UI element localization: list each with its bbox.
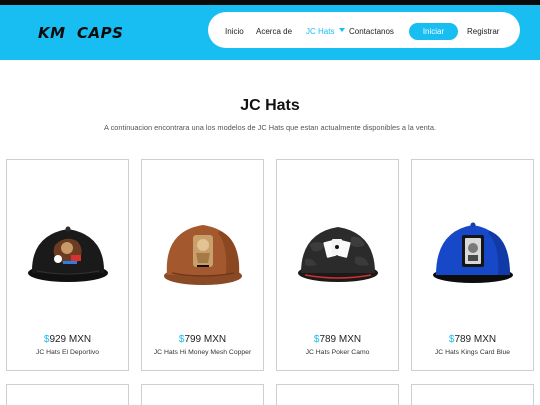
product-name[interactable]: JC Hats Kings Card Blue (412, 349, 533, 356)
nav-item-jc-hats[interactable]: JC Hats (306, 27, 334, 36)
nav-item-contactanos[interactable]: Contactanos (349, 27, 394, 36)
nav-item-acerca-de[interactable]: Acerca de (256, 27, 292, 36)
brand-logo[interactable]: KM CAPS (38, 24, 123, 42)
product-image-cap-black[interactable] (25, 215, 111, 297)
product-name[interactable]: JC Hats El Deportivo (7, 349, 128, 356)
page-subtitle: A continuacion encontrara una los modelo… (104, 123, 436, 132)
product-card[interactable]: $799 MXN JC Hats Hi Money Mesh Copper (141, 159, 264, 371)
product-name[interactable]: JC Hats Hi Money Mesh Copper (142, 349, 263, 356)
product-image-cap-copper[interactable] (160, 215, 246, 297)
product-card[interactable] (6, 384, 129, 405)
product-card[interactable] (411, 384, 534, 405)
product-name[interactable]: JC Hats Poker Camo (277, 349, 398, 356)
product-card[interactable]: $789 MXN JC Hats Kings Card Blue (411, 159, 534, 371)
product-card[interactable] (141, 384, 264, 405)
product-price: $789 MXN (313, 334, 362, 345)
chevron-down-icon[interactable] (339, 28, 345, 32)
page-title: JC Hats (240, 97, 300, 114)
product-price: $789 MXN (448, 334, 497, 345)
product-card[interactable]: $929 MXN JC Hats El Deportivo (6, 159, 129, 371)
product-price: $929 MXN (43, 334, 92, 345)
nav-item-inicio[interactable]: Inicio (225, 27, 244, 36)
register-link[interactable]: Registrar (467, 27, 499, 36)
product-image-cap-blue[interactable] (430, 215, 516, 297)
product-image-cap-camo[interactable] (295, 215, 381, 297)
login-button[interactable]: Iniciar (409, 23, 458, 40)
product-price: $799 MXN (178, 334, 227, 345)
product-card[interactable] (276, 384, 399, 405)
product-card[interactable]: $789 MXN JC Hats Poker Camo (276, 159, 399, 371)
